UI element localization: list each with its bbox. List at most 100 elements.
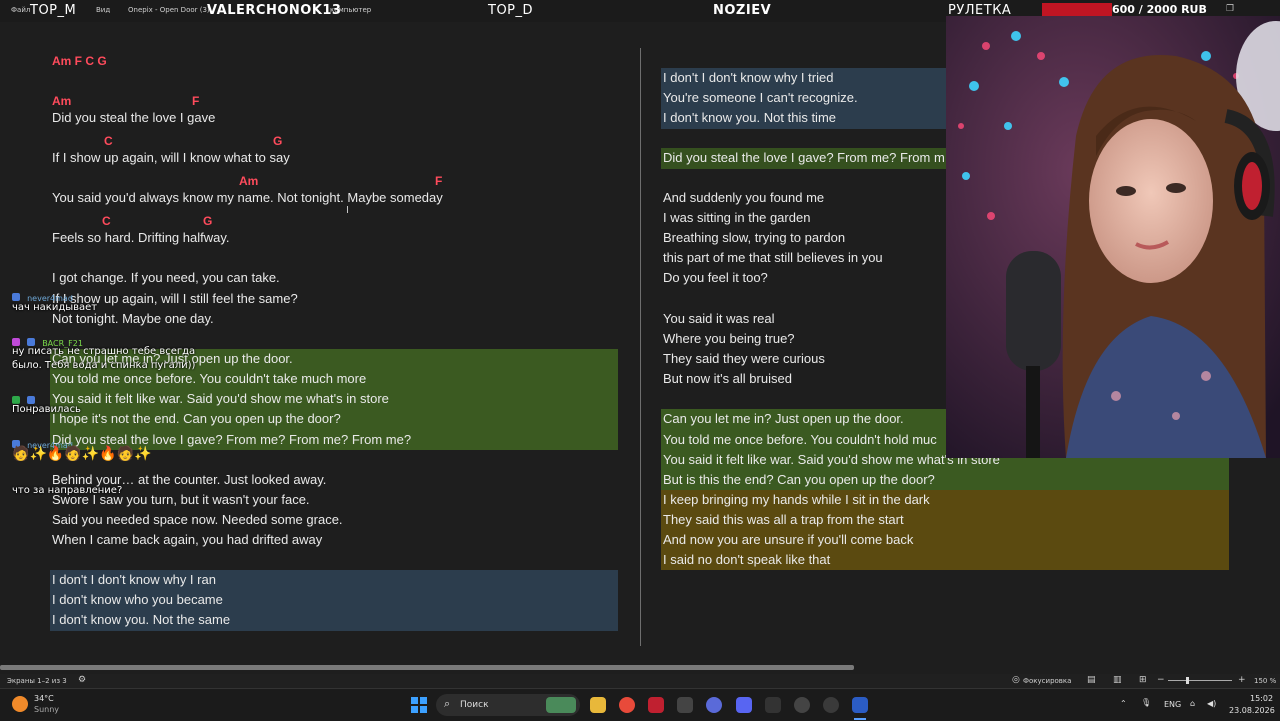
app-icon[interactable] <box>648 697 664 713</box>
lyric-line: Where you being true? <box>663 331 795 346</box>
zoom-slider[interactable] <box>1168 680 1232 681</box>
overlay-user: VALERCHONOK13 <box>207 3 342 18</box>
lyric-line: Breathing slow, trying to pardon <box>663 230 846 245</box>
chat-overlay: never4mad чач накидывает BACR_F21 ну пис… <box>12 286 202 498</box>
live-icon[interactable] <box>765 697 781 713</box>
zoom-level[interactable]: 150 % <box>1254 677 1276 685</box>
lyric-line: I said no don't speak like that <box>663 552 831 567</box>
zoom-in-icon[interactable]: + <box>1238 675 1246 685</box>
emote-icon: ✨ <box>81 446 100 462</box>
chat-text: Понравилась <box>12 404 81 415</box>
discord-icon[interactable] <box>736 697 752 713</box>
lyric-line: I got change. If you need, you can take. <box>52 270 280 285</box>
volume-icon[interactable]: ◀) <box>1207 699 1216 708</box>
menu-file[interactable]: Файл <box>11 6 30 14</box>
word-icon[interactable] <box>852 697 868 713</box>
focus-mode-button[interactable]: Фокусировка <box>1023 677 1071 685</box>
print-layout-icon[interactable]: ▥ <box>1113 675 1122 685</box>
lyric-line: I don't I don't know why I ran <box>52 572 216 587</box>
windows-start-icon[interactable] <box>411 697 427 713</box>
emote-row: 🧑✨🔥🧑✨🔥🧑✨ <box>12 446 152 462</box>
overlay-top-m: TOP_M <box>30 3 77 18</box>
lyric-line: Did you steal the love I gave <box>52 110 216 125</box>
web-layout-icon[interactable]: ⊞ <box>1139 675 1147 685</box>
webcam-feed <box>946 16 1280 458</box>
steam-icon[interactable] <box>706 697 722 713</box>
weather-desc[interactable]: Sunny <box>34 705 59 714</box>
network-icon[interactable]: ⌂ <box>1190 699 1195 708</box>
lyric-line: You said you'd always know my name. Not … <box>52 190 443 205</box>
zoom-out-icon[interactable]: − <box>1157 675 1165 685</box>
chords-header: Am F C G <box>52 54 107 68</box>
taskbar-search[interactable]: ⌕ Поиск <box>436 694 580 716</box>
microphone-icon[interactable]: 🎙 <box>1141 698 1151 707</box>
badge-icon <box>27 395 36 404</box>
badge-icon <box>12 337 20 346</box>
chat-text: было. Тебя вода и спинка пугали)) <box>12 360 196 371</box>
lyric-line: They said this was all a trap from the s… <box>663 512 904 527</box>
emote-icon: 🔥 <box>99 446 117 462</box>
lyric-line: I don't I don't know why I tried <box>663 70 834 85</box>
emote-icon: 🧑 <box>116 446 135 462</box>
lyric-line: Feels so hard. Drifting halfway. <box>52 230 230 245</box>
read-mode-icon[interactable]: ▤ <box>1087 675 1096 685</box>
zoom-slider-thumb[interactable] <box>1186 677 1189 684</box>
lyric-line: I don't know you. Not the same <box>52 612 231 627</box>
lyric-line: If I show up again, will I know what to … <box>52 150 290 165</box>
focus-icon[interactable]: ◎ <box>1012 675 1020 685</box>
taskbar: 34°C Sunny ⌕ Поиск ⌃ 🎙 ENG ⌂ ◀) 15:02 23… <box>0 688 1280 721</box>
restore-window-icon[interactable]: ❐ <box>1226 4 1234 14</box>
badge-icon <box>27 337 36 346</box>
badge-icon <box>12 395 20 404</box>
lyric-line: this part of me that still believes in y… <box>663 250 883 265</box>
text-cursor-icon: I <box>346 205 349 216</box>
obs-icon[interactable] <box>794 697 810 713</box>
emote-icon: ✨ <box>29 446 47 462</box>
media-icon[interactable] <box>677 697 693 713</box>
weather-icon[interactable] <box>12 696 28 712</box>
lyric-line: You're someone I can't recognize. <box>663 90 858 105</box>
badge-icon <box>12 292 20 301</box>
lyric-line: Can you let me in? Just open up the door… <box>663 411 904 426</box>
horizontal-scrollbar[interactable] <box>0 665 854 670</box>
lyric-line: You told me once before. You couldn't ho… <box>663 432 937 447</box>
lyric-line: But is this the end? Can you open up the… <box>663 472 935 487</box>
lyric-line: And suddenly you found me <box>663 190 825 205</box>
emote-icon: 🔥 <box>46 446 65 462</box>
emote-icon: 🧑 <box>64 446 82 462</box>
chrome-icon[interactable] <box>619 697 635 713</box>
lyric-line: But now it's all bruised <box>663 371 792 386</box>
overlay-top-d: TOP_D <box>488 3 534 18</box>
lyric-line: I don't know who you became <box>52 592 223 607</box>
chat-text: чач накидывает <box>12 302 98 313</box>
lyric-line: Did you steal the love I gave? From me? … <box>663 150 945 165</box>
overlay-noziev: NOZIEV <box>713 3 772 18</box>
status-bar: Экраны 1–2 из 3 ⚙ ◎ Фокусировка ▤ ▥ ⊞ − … <box>0 674 1280 688</box>
lyric-line: And now you are unsure if you'll come ba… <box>663 532 914 547</box>
emote-icon: 🧑 <box>12 446 30 462</box>
chat-text: ну писать не страшно тебе всегда <box>12 346 196 357</box>
lyric-line: Said you needed space now. Needed some g… <box>52 512 343 527</box>
lyric-line: Do you feel it too? <box>663 270 768 285</box>
settings-icon[interactable] <box>823 697 839 713</box>
weather-temp[interactable]: 34°C <box>34 694 54 703</box>
lyric-line: They said they were curious <box>663 351 825 366</box>
donation-goal-text: 600 / 2000 RUB <box>1112 3 1207 16</box>
lyric-line: When I came back again, you had drifted … <box>52 532 323 547</box>
emote-icon: ✨ <box>134 446 152 462</box>
lyric-line: I was sitting in the garden <box>663 210 811 225</box>
accessibility-icon[interactable]: ⚙ <box>78 675 86 685</box>
clock-time[interactable]: 15:02 <box>1250 694 1273 703</box>
search-label: Поиск <box>460 700 489 710</box>
language-indicator[interactable]: ENG <box>1164 700 1181 709</box>
menu-view[interactable]: Вид <box>96 6 110 14</box>
chat-text: что за направление? <box>12 485 123 496</box>
screens-indicator: Экраны 1–2 из 3 <box>7 677 67 685</box>
page-divider <box>640 48 641 646</box>
search-icon: ⌕ <box>444 697 451 710</box>
lyric-line: You said it was real <box>663 311 775 326</box>
clock-date[interactable]: 23.08.2026 <box>1229 706 1275 715</box>
file-explorer-icon[interactable] <box>590 697 606 713</box>
tray-chevron-icon[interactable]: ⌃ <box>1120 699 1127 708</box>
search-highlight-image <box>546 697 576 713</box>
